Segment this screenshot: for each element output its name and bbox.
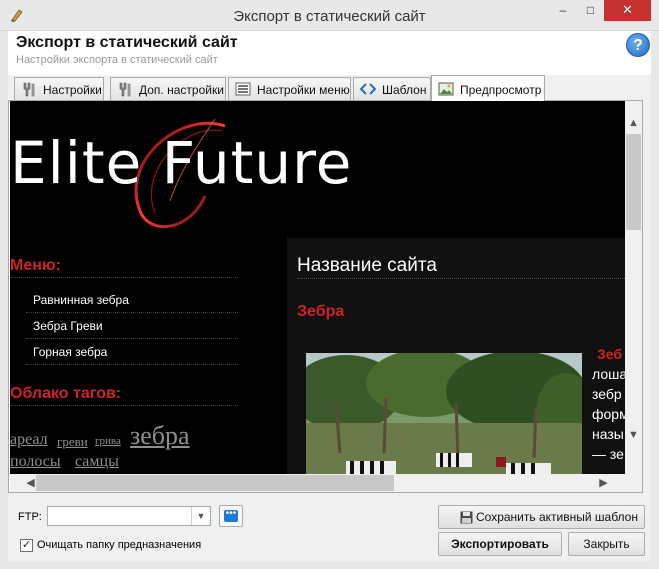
scroll-corner [625,474,642,492]
window-border-bottom [0,561,659,569]
site-banner: Elite Future [10,101,625,238]
vertical-scroll-thumb[interactable] [626,134,641,230]
article-text-line: зебр [592,386,622,402]
tab-label: Настройки [43,83,102,97]
minimize-button[interactable]: – [549,0,577,21]
tag-link[interactable]: греви [57,434,88,450]
tab-label: Настройки меню [257,83,350,97]
close-window-button[interactable]: ✕ [604,0,651,21]
tab-label: Предпросмотр [460,83,542,97]
tab-settings[interactable]: Настройки [14,77,104,100]
window-border-right [651,31,659,569]
dialog-title: Экспорт в статический сайт [16,34,238,51]
tab-advanced-settings[interactable]: Доп. настройки [110,77,226,100]
wrench-icon [23,82,35,97]
window-border-left [0,31,8,569]
menu-heading: Меню: [10,257,61,274]
tab-preview[interactable]: Предпросмотр [431,75,545,101]
menu-item[interactable]: Горная зебра [33,345,107,359]
site-logo: Elite Future [10,129,353,197]
divider [26,364,238,365]
export-button[interactable]: Экспортировать [438,532,562,556]
scroll-up-icon[interactable]: ▲ [625,115,642,131]
menu-list-icon [235,82,251,96]
menu-item[interactable]: Равнинная зебра [33,293,129,307]
save-template-label: Сохранить активный шаблон [476,510,638,524]
help-icon[interactable]: ? [626,33,650,57]
ftp-settings-button[interactable]: ••• [219,505,243,527]
divider [26,338,238,339]
tab-label: Шаблон [382,83,427,97]
maximize-button[interactable]: □ [577,0,604,21]
scroll-down-icon[interactable]: ▼ [625,427,642,443]
article-text-line: лоша [592,366,625,382]
site-name: Название сайта [297,255,437,276]
tag-cloud-heading: Облако тагов: [10,385,122,402]
menu-item[interactable]: Зебра Греви [33,319,103,333]
content-area: Название сайта Зебра Зеб лоша зебр форм … [287,238,625,474]
ftp-label: FTP: [18,511,42,523]
code-tags-icon [360,83,376,95]
ftp-combobox[interactable] [47,506,211,526]
close-button[interactable]: Закрыть [568,532,645,556]
divider [26,312,238,313]
tab-label: Доп. настройки [139,83,224,97]
tab-template[interactable]: Шаблон [353,77,431,100]
article-text-line: Зеб [597,346,623,362]
divider [10,277,238,278]
tag-link[interactable]: зебра [130,421,190,451]
more-dots-icon: ••• [224,509,238,522]
save-template-button[interactable]: Сохранить активный шаблон [438,505,645,529]
preview-viewport[interactable]: Elite Future Меню: Равнинная зебра Зебра… [10,101,625,474]
clear-folder-label: Очищать папку предназначения [37,539,202,551]
article-text-line: — зе [592,446,624,462]
tag-link[interactable]: самцы [75,453,119,471]
dialog-header: Экспорт в статический сайт Настройки экс… [8,31,651,75]
floppy-disk-icon [460,511,473,524]
article-title: Зебра [297,303,345,320]
tab-menu-settings[interactable]: Настройки меню [228,77,351,100]
scroll-right-icon[interactable]: ▶ [595,475,612,491]
image-preview-icon [438,82,454,96]
divider [10,405,238,406]
chevron-down-icon[interactable]: ▼ [191,507,210,525]
dialog-subtitle: Настройки экспорта в статический сайт [16,54,218,66]
window-titlebar[interactable]: Экспорт в статический сайт – □ ✕ [0,0,659,31]
divider [297,278,625,279]
article-text-line: назы [592,426,624,442]
wrench-icon [119,82,131,97]
article-text-line: форм [592,406,625,422]
tag-link[interactable]: полосы [10,453,61,471]
tag-link[interactable]: ареал [10,431,48,449]
horizontal-scroll-thumb[interactable] [36,475,394,491]
clear-folder-checkbox[interactable]: ✓ [20,539,33,552]
zebra-photo [306,353,582,474]
tag-link[interactable]: грива [95,435,121,447]
